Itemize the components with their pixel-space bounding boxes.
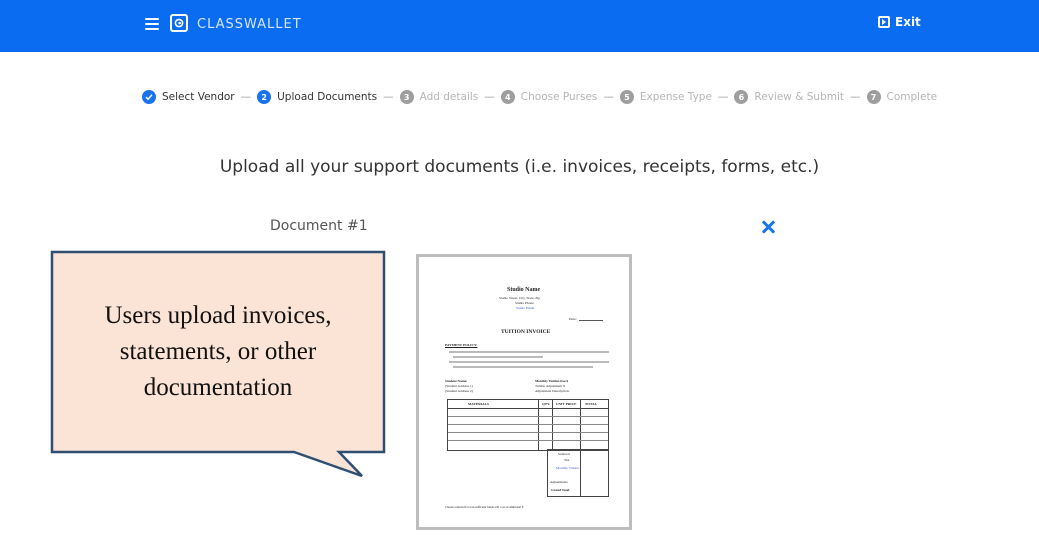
preview-adjustments: Adjustments: [550, 480, 568, 484]
step-review-submit: 6 Review & Submit: [734, 90, 844, 104]
step-number-badge: 2: [257, 90, 272, 104]
table-divider: [538, 400, 539, 450]
step-number-badge: 6: [734, 90, 749, 104]
document-preview[interactable]: Studio Name Studio Street, City, State, …: [416, 254, 632, 530]
exit-label: Exit: [895, 15, 921, 29]
step-label: Upload Documents: [277, 91, 378, 103]
exit-button[interactable]: Exit: [878, 15, 921, 29]
page-heading: Upload all your support documents (i.e. …: [219, 157, 820, 177]
step-label: Choose Purses: [520, 91, 598, 103]
preview-address: Studio Street, City, State, Zip: [499, 296, 541, 300]
preview-monthly-tuition: Monthly Tuition Fee $: [535, 379, 569, 383]
preview-studio-name: Studio Name: [507, 287, 541, 293]
date-line: [579, 320, 603, 321]
preview-col-total: TOTAL: [585, 402, 597, 406]
preview-date: Date:: [569, 317, 577, 321]
policy-line: [449, 361, 609, 363]
step-label: Review & Submit: [754, 91, 844, 103]
step-number-badge: 7: [866, 90, 881, 104]
step-separator: —: [603, 91, 614, 103]
table-row-rule: [448, 432, 608, 433]
preview-phone: Studio Phone: [515, 301, 534, 305]
step-expense-type: 5 Expense Type: [619, 90, 712, 104]
step-complete: 7 Complete: [866, 90, 938, 104]
materials-table: MATERIALS QTY. UNIT PRICE TOTAL: [447, 399, 609, 451]
classwallet-logo-icon: [170, 14, 188, 32]
step-separator: —: [717, 91, 729, 103]
preview-col-unit: UNIT PRICE: [556, 402, 577, 406]
policy-line: [449, 351, 609, 353]
step-label: Add details: [419, 91, 479, 103]
step-separator: —: [850, 91, 861, 103]
preview-col-qty: QTY.: [542, 402, 551, 406]
step-label: Complete: [886, 91, 938, 103]
step-upload-documents[interactable]: 2 Upload Documents: [257, 90, 377, 104]
step-choose-purses: 4 Choose Purses: [500, 90, 598, 104]
step-number-badge: 3: [399, 90, 414, 104]
progress-stepper: Select Vendor — 2 Upload Documents — 3 A…: [142, 89, 937, 105]
callout-text: Users upload invoices, statements, or ot…: [58, 298, 378, 406]
preview-footer: Checks returned for non-sufficient funds…: [445, 505, 524, 509]
preview-col-materials: MATERIALS: [468, 402, 489, 406]
step-select-vendor[interactable]: Select Vendor: [142, 90, 235, 104]
table-divider: [580, 400, 581, 450]
table-row-rule: [448, 440, 608, 441]
check-circle-icon: [142, 90, 156, 104]
preview-title: TUITION INVOICE: [501, 329, 551, 335]
preview-policy: PAYMENT POLICY:: [445, 343, 478, 347]
table-row-rule: [448, 416, 608, 417]
close-icon[interactable]: [761, 220, 775, 234]
table-divider: [552, 400, 553, 450]
preview-grand-total: Grand Total: [551, 488, 570, 492]
policy-line: [453, 356, 543, 358]
totals-table: Subtotal Tax Monthly Tuition Adjustments…: [547, 449, 609, 497]
table-divider: [580, 450, 581, 496]
step-separator: —: [484, 91, 495, 103]
preview-tuition-adjustment: Tuition Adjustment $: [535, 384, 565, 388]
invoice-page: Studio Name Studio Street, City, State, …: [429, 267, 619, 517]
preview-tax: Tax: [564, 458, 570, 462]
callout-line: documentation: [143, 374, 293, 401]
preview-student-name: Student Name:: [445, 379, 468, 383]
callout-line: statements, or other: [119, 338, 317, 365]
table-row-rule: [448, 424, 608, 425]
top-navigation-bar: CLASSWALLET Exit: [0, 0, 1039, 52]
step-number-badge: 5: [619, 90, 634, 104]
brand-name: CLASSWALLET: [197, 17, 302, 32]
preview-student-addr2: (Student Address 2): [445, 389, 473, 393]
step-number-badge: 4: [500, 90, 515, 104]
exit-icon: [878, 16, 890, 28]
policy-line: [453, 366, 593, 368]
table-header-rule: [448, 408, 608, 409]
step-label: Select Vendor: [162, 91, 235, 103]
callout-line: Users upload invoices,: [104, 302, 332, 329]
step-label: Expense Type: [639, 91, 712, 103]
preview-student-addr1: (Student Address 1): [445, 384, 473, 388]
step-add-details: 3 Add details: [399, 90, 479, 104]
document-label: Document #1: [270, 218, 368, 234]
step-separator: —: [240, 91, 252, 103]
step-separator: —: [383, 91, 394, 103]
preview-adjustment-desc: Adjustment Description:: [535, 389, 570, 393]
preview-subtotal: Subtotal: [558, 452, 570, 456]
preview-email: Studio Email: [516, 306, 535, 310]
hamburger-icon[interactable]: [145, 18, 159, 30]
preview-monthly: Monthly Tuition: [556, 466, 580, 470]
